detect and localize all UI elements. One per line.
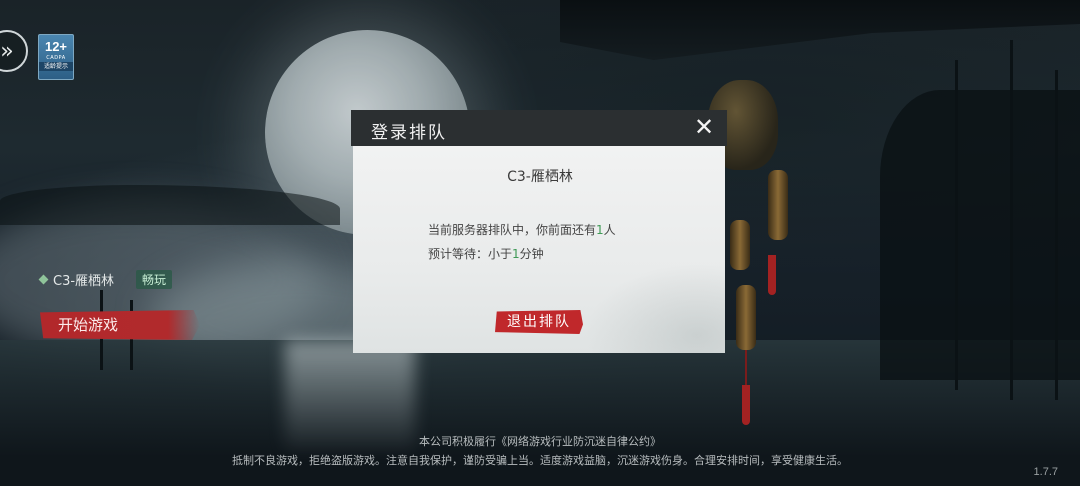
queue-text-prefix: 当前服务器排队中，你前面还有	[428, 223, 597, 237]
queue-position-text: 当前服务器排队中，你前面还有1人	[428, 221, 616, 238]
diamond-icon	[38, 274, 49, 285]
double-chevron-icon: »	[0, 38, 14, 64]
server-selector[interactable]: C3-雁栖林 畅玩	[38, 270, 173, 289]
chime-string	[745, 350, 747, 390]
bamboo-stalk	[1055, 70, 1058, 400]
wait-text-suffix: 分钟	[519, 247, 544, 261]
wind-chime-tube	[730, 220, 750, 270]
bamboo-grove	[880, 90, 1080, 380]
start-game-button[interactable]: 开始游戏	[40, 310, 200, 340]
age-rating-org: CADPA	[46, 55, 66, 61]
close-icon[interactable]: ✕	[691, 114, 717, 140]
version-label: 1.7.7	[1033, 466, 1058, 478]
age-rating-value: 12+	[44, 39, 68, 54]
wind-chime-tube	[736, 285, 756, 350]
anti-addiction-notice: 本公司积极履行《网络游戏行业防沉迷自律公约》	[419, 435, 661, 448]
chime-tassel	[768, 255, 776, 295]
queue-text-suffix: 人	[603, 223, 616, 237]
exit-queue-button[interactable]: 退出排队	[495, 310, 583, 334]
wait-text-prefix: 预计等待：小于	[428, 247, 513, 261]
age-rating-tip: 适龄提示	[39, 62, 73, 71]
estimated-wait-text: 预计等待：小于1分钟	[428, 245, 544, 262]
pavilion-eave	[560, 0, 1080, 60]
age-rating-badge[interactable]: 12+ CADPA 适龄提示	[38, 34, 74, 80]
bamboo-stalk	[955, 60, 958, 390]
server-name: C3-雁栖林	[53, 274, 115, 289]
dialog-header: 登录排队 ✕	[351, 110, 727, 146]
dialog-title: 登录排队	[371, 123, 447, 143]
chime-tassel	[742, 385, 750, 425]
health-gaming-notice: 抵制不良游戏，拒绝盗版游戏。注意自我保护，谨防受骗上当。适度游戏益脑，沉迷游戏伤…	[232, 454, 848, 467]
bamboo-stalk	[1010, 40, 1013, 400]
server-status-badge: 畅玩	[136, 270, 173, 289]
dialog-server-name: C3-雁栖林	[507, 169, 573, 185]
wait-minutes: 1	[512, 247, 520, 261]
queue-count: 1	[596, 223, 604, 237]
